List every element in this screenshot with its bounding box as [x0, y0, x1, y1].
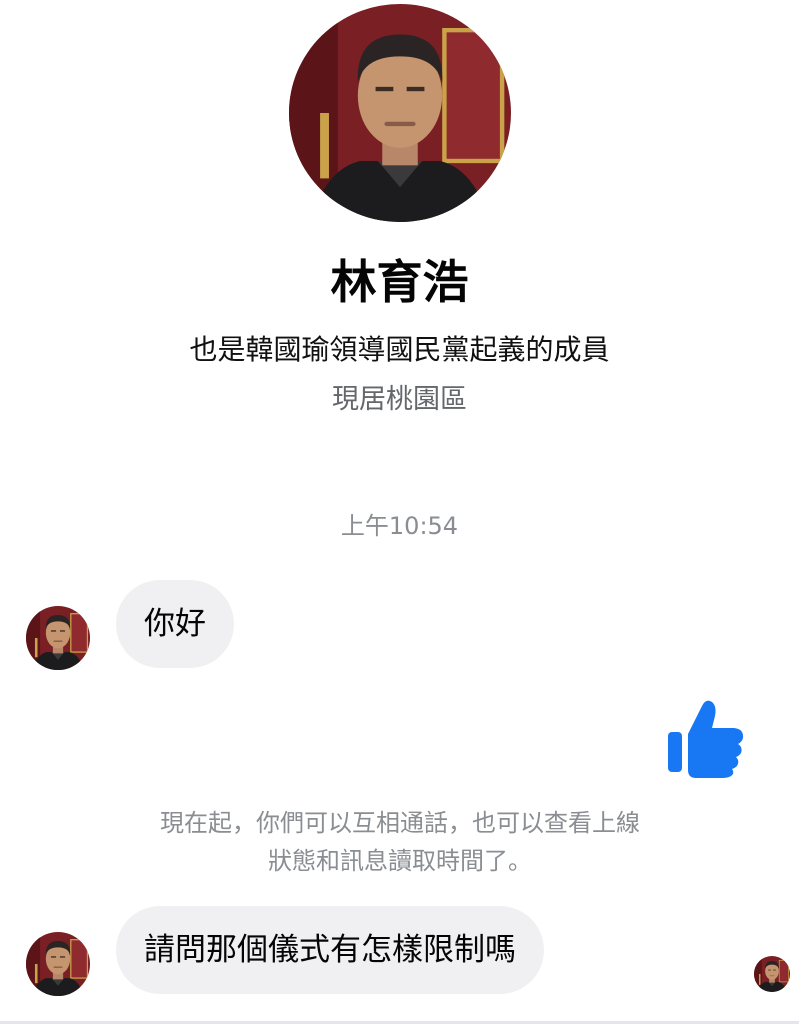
- profile-name: 林育浩: [330, 255, 469, 309]
- message-bubble[interactable]: 請問那個儀式有怎樣限制嗎: [116, 906, 544, 994]
- profile-location: 現居桃園區: [332, 384, 467, 415]
- system-notice-line: 狀態和訊息讀取時間了。: [268, 847, 532, 875]
- message-text: 請問那個儀式有怎樣限制嗎: [144, 932, 516, 968]
- system-notice: 現在起，你們可以互相通話，也可以查看上線 狀態和訊息讀取時間了。: [90, 804, 710, 880]
- thumbs-up-icon[interactable]: [664, 696, 746, 778]
- contact-avatar[interactable]: [26, 606, 90, 670]
- message-timestamp: 上午10:54: [340, 512, 459, 540]
- message-bubble[interactable]: 你好: [116, 580, 234, 668]
- message-text: 你好: [144, 606, 206, 642]
- profile-avatar[interactable]: [289, 4, 511, 222]
- profile-bio: 也是韓國瑜領導國民黨起義的成員: [189, 333, 610, 366]
- system-notice-line: 現在起，你們可以互相通話，也可以查看上線: [160, 809, 640, 837]
- contact-avatar[interactable]: [26, 932, 90, 996]
- read-receipt-avatar: [754, 956, 790, 992]
